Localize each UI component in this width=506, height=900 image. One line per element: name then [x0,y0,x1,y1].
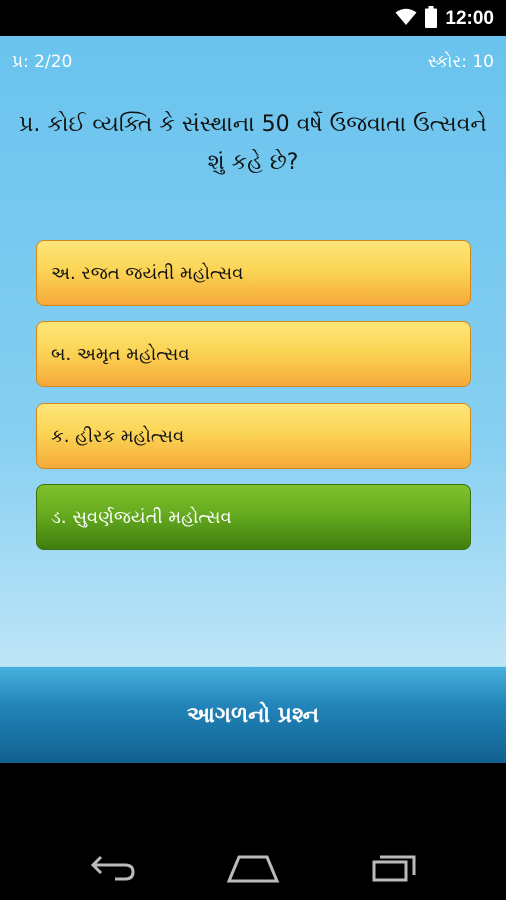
option-label: ડ. સુવર્ણજયંતી મહોત્સવ [51,506,232,528]
next-question-button[interactable]: આગળનો પ્રશ્ન [0,666,506,764]
navigation-bar [0,763,506,900]
option-c-button[interactable]: ક. હીરક મહોત્સવ [36,403,471,469]
option-label: ક. હીરક મહોત્સવ [51,425,185,447]
question-counter: પ્ર: 2/20 [12,52,73,72]
quiz-screen: પ્ર: 2/20 સ્કોર: 10 પ્ર. કોઈ વ્યક્તિ કે … [0,36,506,764]
status-time: 12:00 [445,8,494,29]
back-icon[interactable] [83,848,143,888]
score-label: સ્કોર: 10 [427,52,494,72]
option-label: બ. અમૃત મહોત્સવ [51,343,190,365]
recent-apps-icon[interactable] [364,848,424,888]
option-label: અ. રજત જયંતી મહોત્સવ [51,262,244,284]
option-d-button[interactable]: ડ. સુવર્ણજયંતી મહોત્સવ [36,484,471,550]
status-bar: 12:00 [0,0,506,36]
next-question-label: આગળનો પ્રશ્ન [186,703,320,728]
wifi-icon [395,8,417,30]
home-icon[interactable] [223,848,283,888]
question-text: પ્ર. કોઈ વ્યક્તિ કે સંસ્થાના 50 વર્ષે ઉજ… [19,112,487,175]
battery-icon [425,6,438,32]
option-a-button[interactable]: અ. રજત જયંતી મહોત્સવ [36,240,471,306]
option-b-button[interactable]: બ. અમૃત મહોત્સવ [36,321,471,387]
